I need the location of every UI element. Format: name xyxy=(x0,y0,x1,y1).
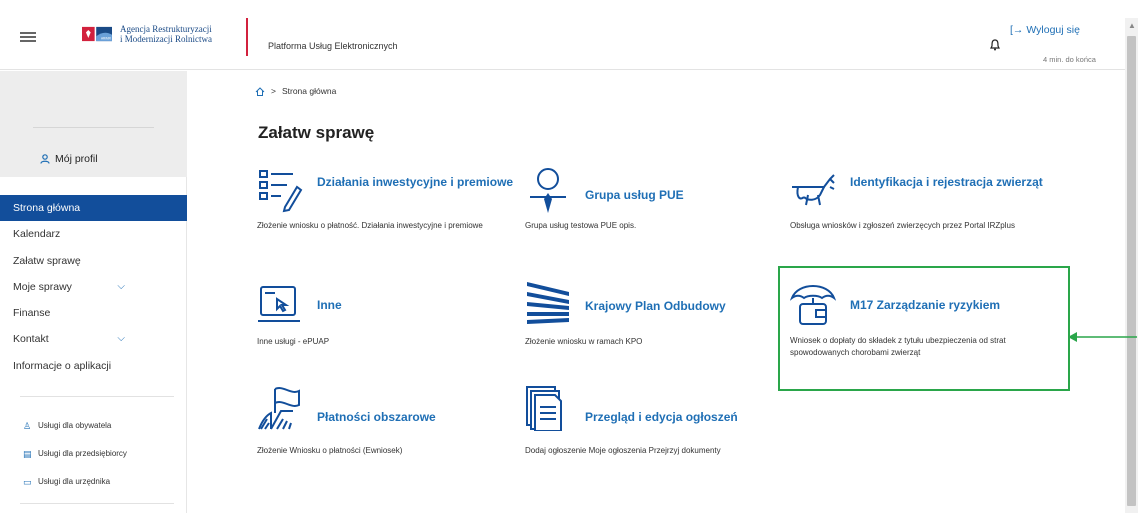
sidebar-item-label: Kontakt xyxy=(13,333,49,346)
logout-icon: [→ xyxy=(1010,24,1024,36)
sidebar-separator xyxy=(20,396,174,397)
tile-title: Grupa usług PUE xyxy=(585,188,684,202)
chevron-down-icon[interactable]: ⌵ xyxy=(117,274,125,300)
person-icon: ♙ xyxy=(23,421,32,431)
session-timer: 4 min. do końca xyxy=(1043,55,1096,64)
tile-description: Grupa usług testowa PUE opis. xyxy=(525,221,637,230)
sidebar-item-finance[interactable]: Finanse xyxy=(0,300,187,326)
tile-description: Dodaj ogłoszenie Moje ogłoszenia Przejrz… xyxy=(525,446,721,455)
sidebar-item-label: Załatw sprawę xyxy=(13,254,81,267)
services-official-link[interactable]: ▭ Usługi dla urzędnika xyxy=(23,468,183,496)
tile-description: Obsługa wniosków i zgłoszeń zwierzęcych … xyxy=(790,221,1015,230)
page-scrollbar[interactable]: ▲ xyxy=(1125,18,1138,513)
hamburger-menu-icon[interactable] xyxy=(20,32,36,42)
sidebar-item-label: Moje sprawy xyxy=(13,280,72,293)
kpo-logo-icon xyxy=(527,282,569,324)
sidebar-item-calendar[interactable]: Kalendarz xyxy=(0,221,187,247)
sidebar-item-contact[interactable]: Kontakt ⌵ xyxy=(0,326,187,352)
tile-other[interactable]: Inne Inne usługi - ePUAP xyxy=(257,283,537,393)
agency-name-line1: Agencja Restrukturyzacji xyxy=(120,24,212,34)
breadcrumb-current: Strona główna xyxy=(281,86,337,96)
tile-title: Identyfikacja i rejestracja zwierząt xyxy=(850,175,1043,189)
logout-label: Wyloguj się xyxy=(1026,24,1080,36)
sidebar-item-label: Finanse xyxy=(13,307,51,320)
sidebar-item-my-matters[interactable]: Moje sprawy ⌵ xyxy=(0,274,187,300)
breadcrumb: > Strona główna xyxy=(255,86,336,96)
services-business-link[interactable]: ▤ Usługi dla przedsiębiorcy xyxy=(23,440,183,468)
sidebar-separator xyxy=(20,503,174,504)
checklist-pen-icon xyxy=(259,170,303,213)
tile-title: Płatności obszarowe xyxy=(317,410,436,424)
service-label: Usługi dla urzędnika xyxy=(38,477,111,486)
logout-button[interactable]: [→ Wyloguj się xyxy=(1010,24,1080,36)
logo-emblem-icon: ARiMR xyxy=(82,25,112,43)
logo-abbr: ARiMR xyxy=(101,37,112,41)
my-profile-label: Mój profil xyxy=(55,153,98,165)
agency-name: Agencja Restrukturyzacji i Modernizacji … xyxy=(120,24,212,44)
field-flag-icon xyxy=(258,387,300,430)
platform-title: Platforma Usług Elektronicznych xyxy=(268,41,398,51)
tile-announcements[interactable]: Przegląd i edycja ogłoszeń Dodaj ogłosze… xyxy=(525,385,805,495)
service-label: Usługi dla obywatela xyxy=(38,421,112,430)
tile-title: Krajowy Plan Odbudowy xyxy=(585,299,726,313)
my-profile-link[interactable]: Mój profil xyxy=(40,153,98,165)
sidebar-item-label: Informacje o aplikacji xyxy=(13,359,112,372)
services-citizen-link[interactable]: ♙ Usługi dla obywatela xyxy=(23,412,183,440)
sidebar-item-app-info[interactable]: Informacje o aplikacji xyxy=(0,353,187,379)
scrollbar-thumb[interactable] xyxy=(1127,36,1136,506)
tile-description: Złożenie Wniosku o płatności (Ewniosek) xyxy=(257,446,403,455)
person-tie-icon xyxy=(530,168,566,213)
bell-icon[interactable] xyxy=(990,38,1000,56)
chevron-down-icon[interactable]: ⌵ xyxy=(117,326,125,352)
tile-description: Inne usługi - ePUAP xyxy=(257,337,330,346)
highlight-box xyxy=(778,266,1070,391)
tile-kpo[interactable]: Krajowy Plan Odbudowy Złożenie wniosku w… xyxy=(525,280,805,390)
sidebar-item-label: Strona główna xyxy=(13,202,81,214)
documents-icon xyxy=(526,386,562,431)
breadcrumb-separator: > xyxy=(271,86,276,96)
tile-description: Złożenie wniosku w ramach KPO xyxy=(525,337,643,346)
arrow-left-icon xyxy=(1068,332,1137,342)
scroll-up-icon[interactable]: ▲ xyxy=(1128,21,1136,30)
monitor-icon: ▭ xyxy=(23,477,32,487)
laptop-cursor-icon xyxy=(258,286,300,322)
service-label: Usługi dla przedsiębiorcy xyxy=(38,449,127,458)
tile-description: Złożenie wniosku o płatność. Działania i… xyxy=(257,221,483,230)
services-list: ♙ Usługi dla obywatela ▤ Usługi dla przeds… xyxy=(23,412,183,496)
tile-area-payments[interactable]: Płatności obszarowe Złożenie Wniosku o p… xyxy=(257,385,537,495)
tile-title: Przegląd i edycja ogłoszeń xyxy=(585,410,738,424)
page-title: Załatw sprawę xyxy=(258,123,375,142)
top-header: ARiMR Agencja Restrukturyzacji i Moderni… xyxy=(0,0,1138,70)
sidebar-item-label: Kalendarz xyxy=(13,228,61,241)
cow-icon xyxy=(792,174,835,206)
sidebar-item-handle-matter[interactable]: Załatw sprawę xyxy=(0,248,187,274)
home-icon[interactable] xyxy=(255,86,265,96)
tile-title: Inne xyxy=(317,298,342,312)
tile-title: Działania inwestycyjne i premiowe xyxy=(317,175,514,189)
arimr-logo[interactable]: ARiMR Agencja Restrukturyzacji i Moderni… xyxy=(82,24,212,44)
tile-investment[interactable]: Działania inwestycyjne i premiowe Złożen… xyxy=(257,167,537,277)
header-divider xyxy=(246,18,248,56)
sidebar-divider xyxy=(33,127,154,128)
user-icon xyxy=(40,154,50,164)
tile-pue-group[interactable]: Grupa usług PUE Grupa usług testowa PUE … xyxy=(525,167,805,277)
sidebar-menu: Strona główna Kalendarz Załatw sprawę Mo… xyxy=(0,195,187,379)
briefcase-icon: ▤ xyxy=(23,449,32,459)
tile-animal-registration[interactable]: Identyfikacja i rejestracja zwierząt Obs… xyxy=(790,167,1070,277)
sidebar-item-home[interactable]: Strona główna xyxy=(0,195,187,222)
sidebar: Mój profil Strona główna Kalendarz Załat… xyxy=(0,71,187,513)
agency-name-line2: i Modernizacji Rolnictwa xyxy=(120,34,212,44)
